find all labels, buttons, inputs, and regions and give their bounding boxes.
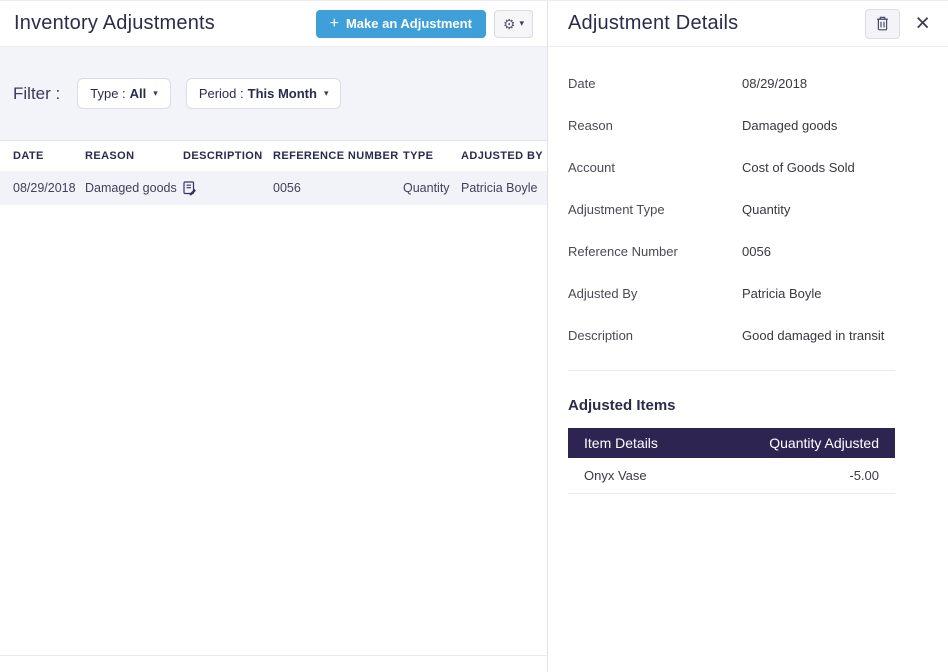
- row-date: 08/29/2018: [13, 181, 85, 195]
- chevron-down-icon: ▾: [519, 19, 524, 28]
- inventory-adjustments-panel: Inventory Adjustments + Make an Adjustme…: [0, 1, 548, 672]
- row-reference-number: 0056: [273, 181, 403, 195]
- row-adjusted-by: Patricia Boyle: [461, 181, 547, 195]
- item-row: Onyx Vase -5.00: [568, 458, 895, 494]
- adjusted-items-heading: Adjusted Items: [568, 397, 895, 414]
- field-value: Patricia Boyle: [742, 286, 821, 302]
- trash-icon: [876, 16, 889, 31]
- field-value: Cost of Goods Sold: [742, 160, 855, 176]
- field-label: Adjusted By: [568, 286, 742, 302]
- items-column-item-details: Item Details: [584, 435, 658, 451]
- chevron-down-icon: ▾: [324, 89, 329, 98]
- period-filter-value: This Month: [248, 86, 317, 101]
- period-filter-dropdown[interactable]: Period : This Month ▾: [186, 78, 342, 109]
- plus-icon: +: [330, 16, 339, 32]
- field-row-date: Date 08/29/2018: [568, 76, 895, 92]
- make-adjustment-label: Make an Adjustment: [346, 16, 472, 31]
- field-label: Adjustment Type: [568, 202, 742, 218]
- field-value: 0056: [742, 244, 771, 260]
- chevron-down-icon: ▾: [153, 89, 158, 98]
- table-header: DATE REASON DESCRIPTION REFERENCE NUMBER…: [0, 141, 547, 171]
- column-header-reference-number[interactable]: REFERENCE NUMBER: [273, 150, 403, 162]
- inventory-adjustments-app: Inventory Adjustments + Make an Adjustme…: [0, 0, 948, 672]
- type-filter-value: All: [130, 86, 147, 101]
- field-label: Date: [568, 76, 742, 92]
- section-divider: [568, 370, 895, 371]
- page-title: Inventory Adjustments: [14, 12, 215, 35]
- type-filter-prefix: Type :: [90, 86, 125, 101]
- row-reason: Damaged goods: [85, 181, 183, 195]
- column-header-adjusted-by[interactable]: ADJUSTED BY: [461, 150, 547, 162]
- adjusted-items-header: Item Details Quantity Adjusted: [568, 428, 895, 458]
- details-body: Date 08/29/2018 Reason Damaged goods Acc…: [548, 47, 948, 494]
- gear-icon: ⚙: [503, 17, 516, 31]
- field-row-description: Description Good damaged in transit: [568, 328, 895, 344]
- field-row-adjusted-by: Adjusted By Patricia Boyle: [568, 286, 895, 302]
- close-button[interactable]: ×: [915, 11, 930, 36]
- field-row-adjustment-type: Adjustment Type Quantity: [568, 202, 895, 218]
- left-panel-actions: + Make an Adjustment ⚙ ▾: [316, 10, 533, 38]
- adjusted-items-table: Item Details Quantity Adjusted Onyx Vase…: [568, 428, 895, 494]
- field-row-reason: Reason Damaged goods: [568, 118, 895, 134]
- column-header-type[interactable]: TYPE: [403, 150, 461, 162]
- filter-label: Filter :: [13, 84, 60, 104]
- field-label: Description: [568, 328, 742, 344]
- field-value: Damaged goods: [742, 118, 837, 134]
- field-label: Reference Number: [568, 244, 742, 260]
- left-panel-empty-area: [0, 205, 547, 655]
- column-header-reason[interactable]: REASON: [85, 150, 183, 162]
- details-actions: ×: [865, 9, 930, 39]
- field-label: Reason: [568, 118, 742, 134]
- left-panel-header: Inventory Adjustments + Make an Adjustme…: [0, 1, 547, 47]
- item-name: Onyx Vase: [584, 468, 647, 483]
- field-value: 08/29/2018: [742, 76, 807, 92]
- details-title: Adjustment Details: [568, 12, 738, 35]
- filter-bar: Filter : Type : All ▾ Period : This Mont…: [0, 47, 547, 141]
- details-header: Adjustment Details ×: [548, 1, 948, 47]
- column-header-description[interactable]: DESCRIPTION: [183, 150, 273, 162]
- delete-button[interactable]: [865, 9, 900, 39]
- period-filter-prefix: Period :: [199, 86, 244, 101]
- field-value: Good damaged in transit: [742, 328, 884, 344]
- field-row-account: Account Cost of Goods Sold: [568, 160, 895, 176]
- field-value: Quantity: [742, 202, 790, 218]
- make-adjustment-button[interactable]: + Make an Adjustment: [316, 10, 486, 38]
- left-panel-footer: [0, 655, 547, 672]
- field-row-reference-number: Reference Number 0056: [568, 244, 895, 260]
- items-column-quantity-adjusted: Quantity Adjusted: [769, 435, 879, 451]
- settings-menu-button[interactable]: ⚙ ▾: [494, 10, 533, 38]
- row-type: Quantity: [403, 181, 461, 195]
- close-icon: ×: [915, 9, 930, 37]
- item-quantity: -5.00: [849, 468, 879, 483]
- table-row[interactable]: 08/29/2018 Damaged goods 0056 Quantity P…: [0, 171, 547, 205]
- note-icon: [183, 181, 273, 196]
- field-label: Account: [568, 160, 742, 176]
- type-filter-dropdown[interactable]: Type : All ▾: [77, 78, 171, 109]
- column-header-date[interactable]: DATE: [13, 150, 85, 162]
- adjustment-details-panel: Adjustment Details ×: [548, 1, 948, 672]
